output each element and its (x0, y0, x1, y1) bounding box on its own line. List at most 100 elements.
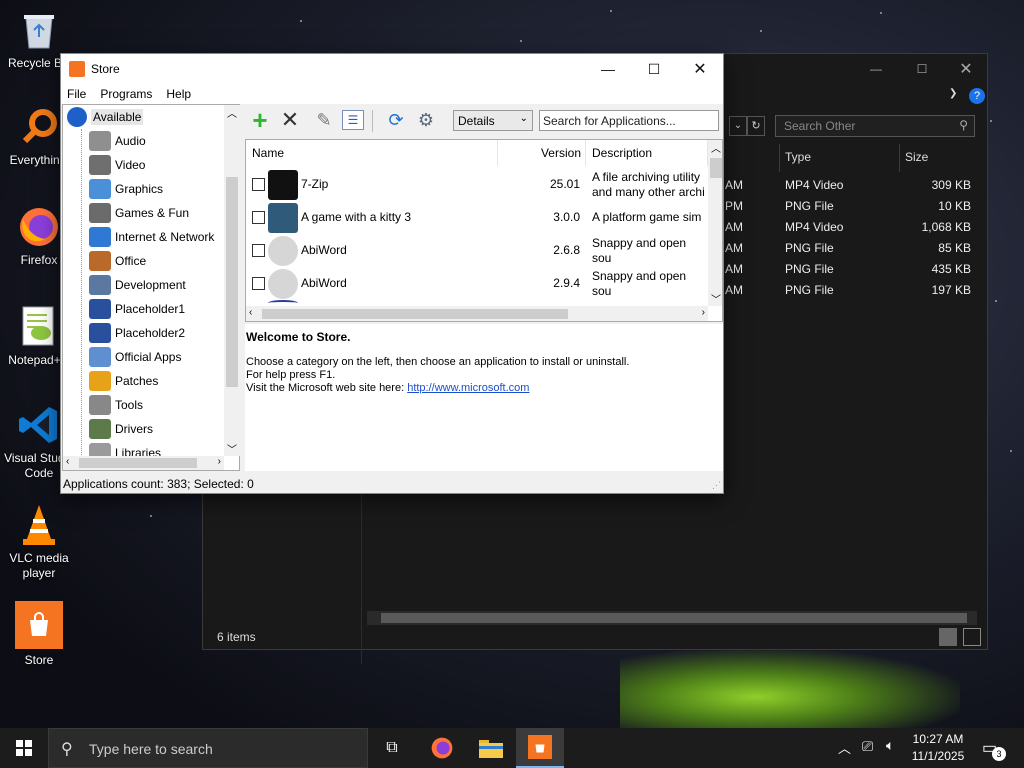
store-titlebar[interactable]: Store — ☐ ✕ (61, 54, 723, 84)
category-item[interactable]: Graphics (89, 177, 163, 201)
maximize-button[interactable]: ☐ (631, 54, 677, 84)
chevron-down-icon: ⌄ (519, 113, 528, 124)
category-item[interactable]: Available (67, 105, 144, 129)
column-header-size[interactable]: Size (905, 150, 928, 164)
file-size: 197 KB (931, 283, 971, 297)
menu-bar: File Programs Help (61, 84, 723, 104)
settings-icon[interactable]: ⚙ (414, 108, 438, 132)
details-view-icon[interactable] (939, 628, 957, 646)
arrow-right-circle-icon (67, 107, 87, 127)
desktop-icon-label: Notepad++ (8, 353, 68, 367)
desktop-icon-vlc[interactable]: VLC media player (0, 503, 78, 581)
file-type: PNG File (785, 283, 834, 297)
app-icon (268, 170, 298, 200)
app-description: A platform game sim (592, 210, 702, 224)
application-list[interactable]: Name Version Description 7-Zip 25.01 A fil… (245, 139, 723, 322)
file-type: MP4 Video (785, 178, 844, 192)
app-row[interactable]: AbiWord 2.9.4 Snappy and open sou (246, 267, 708, 300)
app-row[interactable]: 7-Zip 25.01 A file archiving utility and m… (246, 168, 708, 201)
network-icon[interactable]: ⎚ (862, 738, 873, 755)
category-item[interactable]: Placeholder1 (89, 297, 185, 321)
resize-grip-icon[interactable]: ⋰ (712, 480, 721, 491)
scroll-up-icon[interactable]: ︿ (224, 105, 240, 120)
category-item[interactable]: Video (89, 153, 145, 177)
close-button[interactable]: ✕ (677, 54, 723, 84)
taskbar-firefox-icon[interactable] (418, 728, 466, 768)
minimize-button[interactable]: — (585, 54, 631, 84)
uninstall-x-icon[interactable]: ✕ (278, 107, 302, 132)
taskbar-search-input[interactable]: ⚲ Type here to search (48, 728, 368, 768)
column-header-version[interactable]: Version (498, 140, 586, 166)
view-select[interactable]: Details ⌄ (453, 110, 533, 131)
app-checkbox[interactable] (252, 277, 265, 290)
category-item[interactable]: Patches (89, 369, 158, 393)
explorer-search-input[interactable]: Search Other ⚲ (775, 115, 975, 137)
file-size: 1,068 KB (921, 220, 971, 234)
explorer-minimize-icon[interactable]: — (853, 54, 899, 84)
list-vertical-scrollbar[interactable]: ︿ ﹀ (708, 140, 722, 306)
category-item[interactable]: Placeholder2 (89, 321, 185, 345)
app-checkbox[interactable] (252, 244, 265, 257)
ribbon-expand-icon[interactable]: ❯ (949, 88, 963, 102)
app-checkbox[interactable] (252, 178, 265, 191)
category-item[interactable]: Internet & Network (89, 225, 214, 249)
tree-vertical-scrollbar[interactable]: ︿ ﹀ (224, 105, 240, 456)
refresh-icon[interactable]: ↻ (747, 116, 765, 136)
category-icon (89, 155, 111, 175)
volume-muted-icon[interactable]: 🔈︎ (886, 737, 894, 754)
explorer-close-icon[interactable]: ✕ (943, 54, 989, 84)
help-icon[interactable]: ? (969, 88, 985, 104)
scroll-down-icon[interactable]: ﹀ (224, 441, 240, 456)
checklist-icon[interactable]: ☰ (342, 110, 364, 130)
scroll-up-icon[interactable]: ︿ (708, 140, 722, 155)
tree-horizontal-scrollbar[interactable]: ‹ › (63, 456, 224, 470)
horizontal-scrollbar[interactable] (367, 611, 977, 625)
explorer-maximize-icon[interactable]: ☐ (899, 54, 945, 84)
column-header-description[interactable]: Description (586, 140, 708, 166)
column-header-name[interactable]: Name (246, 140, 498, 166)
app-row[interactable]: A game with a kitty 3 3.0.0 A platform gam… (246, 201, 708, 234)
clock-time[interactable]: 10:27 AM (906, 732, 970, 746)
column-header-type[interactable]: Type (785, 150, 811, 164)
category-icon (89, 347, 111, 367)
category-item[interactable]: Drivers (89, 417, 153, 441)
modify-icon[interactable]: ✎ (312, 108, 336, 132)
menu-help[interactable]: Help (166, 87, 191, 101)
address-dropdown-icon[interactable]: ⌄ (729, 116, 747, 136)
scroll-right-icon[interactable]: › (218, 456, 221, 467)
scroll-left-icon[interactable]: ‹ (66, 456, 69, 467)
taskbar: ⚲ Type here to search ⧉ ︿ ⎚ 🔈︎ 10:27 AM … (0, 728, 1024, 768)
category-item[interactable]: Office (89, 249, 146, 273)
menu-file[interactable]: File (67, 87, 86, 101)
refresh-icon[interactable]: ⟳ (384, 108, 408, 132)
desktop-icon-label: Recycle Bin (8, 56, 68, 70)
taskbar-store-icon[interactable] (516, 728, 564, 768)
category-item[interactable]: Development (89, 273, 186, 297)
category-tree[interactable]: Available Audio Video Graphics Games & Fun In… (62, 104, 240, 471)
menu-programs[interactable]: Programs (100, 87, 152, 101)
scroll-left-icon[interactable]: ‹ (249, 307, 252, 318)
taskbar-file-explorer-icon[interactable] (467, 728, 515, 768)
task-view-icon[interactable]: ⧉ (368, 728, 416, 768)
app-search-input[interactable]: Search for Applications... (539, 110, 719, 131)
category-item[interactable]: Tools (89, 393, 143, 417)
file-time: AM (725, 220, 743, 234)
start-windows-icon[interactable] (0, 728, 48, 768)
large-icons-view-icon[interactable] (963, 628, 981, 646)
category-item[interactable]: Official Apps (89, 345, 181, 369)
info-line-2: For help press F1. (246, 369, 336, 381)
category-label: Graphics (115, 182, 164, 196)
chevron-up-icon[interactable]: ︿ (838, 738, 851, 757)
scroll-right-icon[interactable]: › (702, 307, 705, 318)
app-checkbox[interactable] (252, 211, 265, 224)
install-plus-icon[interactable]: + (248, 105, 272, 135)
list-horizontal-scrollbar[interactable]: ‹ › (246, 306, 708, 321)
clock-date[interactable]: 11/1/2025 (906, 749, 970, 763)
file-type: PNG File (785, 241, 834, 255)
app-row[interactable]: AbiWord 2.6.8 Snappy and open sou (246, 234, 708, 267)
scroll-down-icon[interactable]: ﹀ (708, 291, 722, 306)
category-item[interactable]: Audio (89, 129, 146, 153)
desktop-icon-store[interactable]: Store (0, 601, 78, 668)
microsoft-link[interactable]: http://www.microsoft.com (407, 382, 529, 394)
category-item[interactable]: Games & Fun (89, 201, 189, 225)
